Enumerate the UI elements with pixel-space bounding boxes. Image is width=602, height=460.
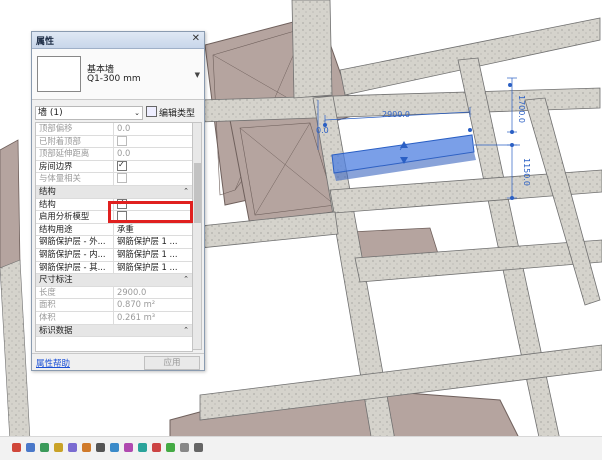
category-label: 标识数据	[39, 324, 73, 335]
property-label: 启用分析模型	[39, 211, 90, 222]
property-value: 2900.0	[113, 286, 191, 299]
detail-level-icon[interactable]	[26, 443, 35, 452]
property-value[interactable]: 钢筋保护层 1 ...	[113, 236, 191, 248]
property-label: 顶部延伸距离	[39, 148, 90, 159]
property-value[interactable]: 钢筋保护层 1 ...	[113, 261, 191, 274]
property-value[interactable]: 承重	[113, 223, 191, 236]
properties-title: 属性	[36, 37, 55, 47]
view-control-bar[interactable]	[0, 436, 602, 460]
highlight-annotation-box	[108, 201, 193, 223]
properties-scrollbar[interactable]	[192, 122, 202, 350]
category-label: 结构	[39, 185, 56, 196]
properties-help-link[interactable]: 属性帮助	[36, 357, 70, 369]
property-label: 面积	[39, 299, 56, 310]
scale-icon[interactable]	[12, 443, 21, 452]
property-row[interactable]: 顶部延伸距离 0.0	[36, 148, 192, 161]
instance-filter-dropdown[interactable]: 墙 (1) ⌄	[35, 106, 143, 120]
dimension-top-label[interactable]: 2900.0	[382, 110, 410, 119]
render-icon[interactable]	[82, 443, 91, 452]
scrollbar-thumb[interactable]	[194, 163, 201, 223]
property-value[interactable]	[113, 160, 191, 173]
property-category-row[interactable]: 标识数据 ⌃	[36, 324, 192, 338]
type-name: Q1-300 mm	[87, 74, 141, 84]
property-category-row[interactable]: 结构 ⌃	[36, 185, 192, 199]
property-row[interactable]: 房间边界	[36, 160, 192, 174]
dimension-left-label[interactable]: 0.0	[316, 126, 329, 135]
property-value[interactable]: 钢筋保护层 1 ...	[113, 248, 191, 261]
property-row[interactable]: 钢筋保护层 - 内... 钢筋保护层 1 ...	[36, 248, 192, 262]
reveal-hidden-icon[interactable]	[152, 443, 161, 452]
column-top	[291, 0, 333, 99]
property-value: 0.0	[113, 148, 191, 160]
dimension-right-label[interactable]: 1150.0	[522, 158, 531, 186]
property-row[interactable]: 钢筋保护层 - 外... 钢筋保护层 1 ...	[36, 236, 192, 249]
instance-filter-label: 墙 (1)	[38, 108, 63, 118]
apply-button[interactable]: 应用	[144, 356, 200, 370]
properties-grid[interactable]: 顶部偏移0.0已附着顶部顶部延伸距离0.0房间边界与体量相关结构⌃结构启用分析模…	[35, 122, 193, 352]
visual-style-icon[interactable]	[40, 443, 49, 452]
property-label: 已附着顶部	[39, 135, 81, 146]
collapse-icon[interactable]: ⌃	[183, 325, 189, 337]
chevron-down-icon[interactable]: ▼	[195, 71, 200, 79]
property-row[interactable]: 结构用途 承重	[36, 223, 192, 237]
expand-icon[interactable]	[194, 443, 203, 452]
property-row[interactable]: 面积 0.870 m²	[36, 299, 192, 312]
property-label: 与体量相关	[39, 173, 81, 184]
highlight-boundaries-icon[interactable]	[180, 443, 189, 452]
property-row[interactable]: 长度 2900.0	[36, 286, 192, 300]
sun-path-icon[interactable]	[54, 443, 63, 452]
close-icon[interactable]: ✕	[192, 33, 200, 44]
property-value	[113, 173, 191, 185]
collapse-icon[interactable]: ⌃	[183, 186, 189, 198]
property-checkbox	[117, 173, 127, 184]
property-row[interactable]: 顶部偏移 0.0	[36, 123, 192, 136]
property-row[interactable]: 与体量相关	[36, 173, 192, 186]
property-label: 结构	[39, 198, 56, 209]
property-label: 顶部偏移	[39, 123, 73, 133]
beam-right-stub	[524, 97, 601, 306]
property-value: 0.870 m²	[113, 299, 191, 311]
temp-hide-icon[interactable]	[138, 443, 147, 452]
property-value: 0.0	[113, 123, 191, 135]
category-label: 尺寸标注	[39, 274, 73, 285]
wall-type-preview	[37, 56, 81, 92]
property-row[interactable]: 钢筋保护层 - 其... 钢筋保护层 1 ...	[36, 261, 192, 275]
collapse-icon[interactable]: ⌃	[183, 274, 189, 286]
property-row[interactable]: 体积 0.261 m³	[36, 311, 192, 325]
chevron-down-icon: ⌄	[134, 109, 140, 117]
property-row[interactable]: 已附着顶部	[36, 135, 192, 149]
property-checkbox	[117, 135, 127, 146]
property-label: 结构用途	[39, 223, 73, 234]
edit-type-label: 编辑类型	[159, 109, 196, 119]
property-category-row[interactable]: 尺寸标注 ⌃	[36, 274, 192, 287]
shadows-icon[interactable]	[68, 443, 77, 452]
dimension-right-top-label[interactable]: 1700.0	[517, 95, 526, 123]
properties-titlebar[interactable]: 属性 ✕	[32, 32, 204, 49]
property-label: 钢筋保护层 - 外...	[39, 236, 106, 247]
crop-icon[interactable]	[96, 443, 105, 452]
property-label: 长度	[39, 286, 56, 297]
show-crop-icon[interactable]	[110, 443, 119, 452]
property-label: 钢筋保护层 - 内...	[39, 248, 106, 259]
slab-left-edge	[0, 139, 21, 276]
analytical-model-icon[interactable]	[166, 443, 175, 452]
property-label: 钢筋保护层 - 其...	[39, 261, 106, 272]
edit-type-icon	[146, 106, 157, 117]
unlock-3d-icon[interactable]	[124, 443, 133, 452]
edit-type-button[interactable]: 编辑类型	[146, 106, 195, 119]
property-label: 房间边界	[39, 160, 73, 171]
property-checkbox[interactable]	[117, 160, 127, 171]
property-value	[113, 135, 191, 148]
type-selector[interactable]: 基本墙 Q1-300 mm ▼	[32, 49, 204, 100]
property-value: 0.261 m³	[113, 311, 191, 324]
property-label: 体积	[39, 311, 56, 322]
